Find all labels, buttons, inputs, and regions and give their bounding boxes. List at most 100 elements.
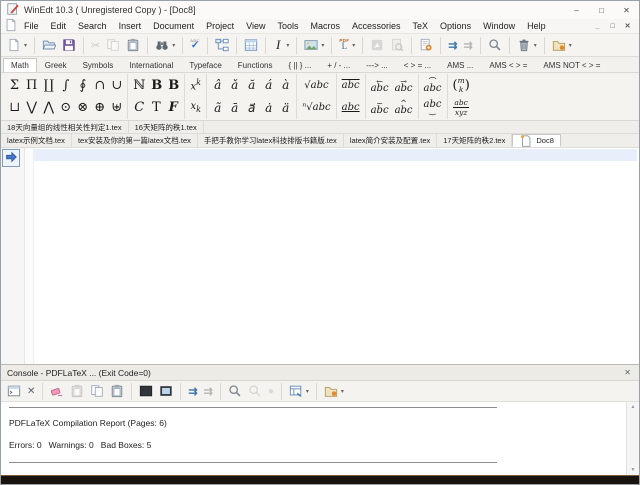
- symbol-underline[interactable]: abc: [339, 97, 363, 119]
- symbol-check[interactable]: ǎ: [226, 74, 243, 96]
- symbol-oint[interactable]: ∮: [74, 74, 91, 96]
- console-find-button[interactable]: [226, 381, 244, 401]
- menu-project[interactable]: Project: [200, 19, 240, 33]
- symbol-sqrt[interactable]: √abc: [301, 74, 331, 96]
- minimize-button[interactable]: –: [564, 1, 589, 19]
- symbol-bigwedge[interactable]: ⋀: [40, 97, 57, 119]
- symbol-mathcal-C[interactable]: C: [131, 97, 148, 119]
- console-close-icon[interactable]: ✕: [622, 368, 633, 377]
- menu-help[interactable]: Help: [521, 19, 552, 33]
- symbol-subscript[interactable]: xk: [187, 97, 204, 119]
- palette-tab-math[interactable]: Math: [3, 58, 37, 72]
- symbol-widehat[interactable]: ^abc: [392, 97, 416, 119]
- symbol-mathbb-B[interactable]: B: [148, 74, 165, 96]
- menu-document[interactable]: Document: [147, 19, 200, 33]
- doc-tab-latex-tex[interactable]: latex示例文档.tex: [1, 134, 72, 147]
- menu-tex[interactable]: TeX: [407, 19, 435, 33]
- mdi-restore-button[interactable]: □: [605, 22, 620, 30]
- symbol-coprod[interactable]: ∐: [40, 74, 57, 96]
- symbol-bigvee[interactable]: ⋁: [23, 97, 40, 119]
- symbol-underbrace[interactable]: abc‿: [421, 97, 445, 119]
- jump-arrow-button[interactable]: [2, 149, 20, 167]
- console-button[interactable]: [5, 381, 23, 401]
- symbol-mathrm-T[interactable]: T: [148, 97, 165, 119]
- open-output-folder-button[interactable]: ▾: [322, 381, 346, 401]
- console-copy-button[interactable]: [88, 381, 106, 401]
- symbol-oplus[interactable]: ⊕: [91, 97, 108, 119]
- palette-tab-greek[interactable]: Greek: [37, 58, 75, 72]
- palette-tab-ams[interactable]: AMS ...: [439, 58, 481, 72]
- menu-insert[interactable]: Insert: [113, 19, 148, 33]
- symbol-mathfrak-F[interactable]: F: [165, 97, 182, 119]
- symbol-tilde[interactable]: ã: [209, 97, 226, 119]
- symbol-odot[interactable]: ⊙: [57, 97, 74, 119]
- symbol-nth-root[interactable]: ⁿ√abc: [299, 97, 333, 119]
- forward-search-button[interactable]: ⇉: [446, 35, 459, 55]
- palette-tab-tab[interactable]: { || } ...: [280, 58, 319, 72]
- symbol-mathbb-N[interactable]: ℕ: [130, 74, 148, 96]
- document-tree-button[interactable]: [213, 35, 231, 55]
- palette-tab-ams-not[interactable]: AMS NOT < > =: [535, 58, 608, 72]
- mdi-minimize-button[interactable]: _: [590, 22, 605, 30]
- console-scrollbar[interactable]: ▲ ▼: [626, 402, 639, 475]
- palette-tab-tab[interactable]: < > = ...: [396, 58, 439, 72]
- console-image-button[interactable]: [157, 381, 175, 401]
- symbol-overleftarrow[interactable]: ←abc: [368, 74, 392, 96]
- symbol-ddot[interactable]: ä: [277, 97, 294, 119]
- delete-aux-button[interactable]: ▾: [515, 35, 539, 55]
- output-view-button[interactable]: ▾: [287, 381, 311, 401]
- dropdown-arrow-icon[interactable]: ▾: [534, 42, 537, 49]
- symbol-superscript[interactable]: xk: [187, 74, 204, 96]
- doc-tab-16-1-tex[interactable]: 16天矩阵的秩1.tex: [129, 121, 204, 133]
- dropdown-arrow-icon[interactable]: ▾: [172, 42, 175, 49]
- symbol-dot[interactable]: ȧ: [260, 97, 277, 119]
- dropdown-arrow-icon[interactable]: ▾: [352, 42, 355, 49]
- symbol-hat[interactable]: â: [209, 74, 226, 96]
- palette-tab-tab[interactable]: + / - ...: [319, 58, 358, 72]
- close-console-button[interactable]: ✕: [25, 381, 37, 401]
- symbol-mathbf-B[interactable]: B: [165, 74, 182, 96]
- console-forward-search-button[interactable]: ⇉: [186, 381, 199, 401]
- symbol-otimes[interactable]: ⊗: [74, 97, 91, 119]
- doc-tab-latex-tex[interactable]: latex简介安装及配置.tex: [344, 134, 437, 147]
- doc-tab-doc8[interactable]: Doc8: [512, 134, 561, 147]
- console-fullscreen-button[interactable]: [137, 381, 155, 401]
- spellcheck-button[interactable]: ABC✓: [188, 35, 202, 55]
- palette-tab-functions[interactable]: Functions: [230, 58, 281, 72]
- dropdown-arrow-icon[interactable]: ▾: [24, 42, 27, 49]
- menu-tools[interactable]: Tools: [271, 19, 304, 33]
- insert-image-button[interactable]: ▾: [302, 35, 326, 55]
- palette-tab-typeface[interactable]: Typeface: [181, 58, 229, 72]
- symbol-breve[interactable]: ă: [243, 74, 260, 96]
- palette-tab-symbols[interactable]: Symbols: [75, 58, 122, 72]
- symbol-frac[interactable]: abcxyz: [450, 97, 471, 119]
- paste-button[interactable]: [124, 35, 142, 55]
- symbol-uplus[interactable]: ⊎: [108, 97, 125, 119]
- menu-options[interactable]: Options: [434, 19, 477, 33]
- dropdown-arrow-icon[interactable]: ▾: [306, 388, 309, 395]
- new-document-button[interactable]: ▾: [5, 35, 29, 55]
- open-button[interactable]: [40, 35, 58, 55]
- dropdown-arrow-icon[interactable]: ▾: [569, 42, 572, 49]
- scroll-down-icon[interactable]: ▼: [631, 467, 636, 473]
- symbol-vec[interactable]: a⃗: [243, 97, 260, 119]
- symbol-int[interactable]: ∫: [57, 74, 74, 96]
- symbol-binom[interactable]: (mk): [450, 74, 473, 96]
- menu-file[interactable]: File: [18, 19, 45, 33]
- doc-tab-17-2-tex[interactable]: 17天矩阵的秩2.tex: [437, 134, 512, 147]
- maximize-button[interactable]: □: [589, 1, 614, 19]
- menu-macros[interactable]: Macros: [305, 19, 347, 33]
- symbol-overline[interactable]: abc: [339, 74, 363, 96]
- symbol-cup[interactable]: ∪: [108, 74, 125, 96]
- palette-tab-tab[interactable]: ---> ...: [358, 58, 396, 72]
- symbol-overrightarrow[interactable]: →abc: [392, 74, 416, 96]
- symbol-sum[interactable]: Σ: [6, 74, 23, 96]
- macros-button[interactable]: ▾: [550, 35, 574, 55]
- save-button[interactable]: [60, 35, 78, 55]
- compilation-report-button[interactable]: [417, 35, 435, 55]
- menu-window[interactable]: Window: [477, 19, 521, 33]
- gui-pages-button[interactable]: [242, 35, 260, 55]
- menu-view[interactable]: View: [240, 19, 271, 33]
- dropdown-arrow-icon[interactable]: ▾: [286, 42, 289, 49]
- menu-search[interactable]: Search: [72, 19, 113, 33]
